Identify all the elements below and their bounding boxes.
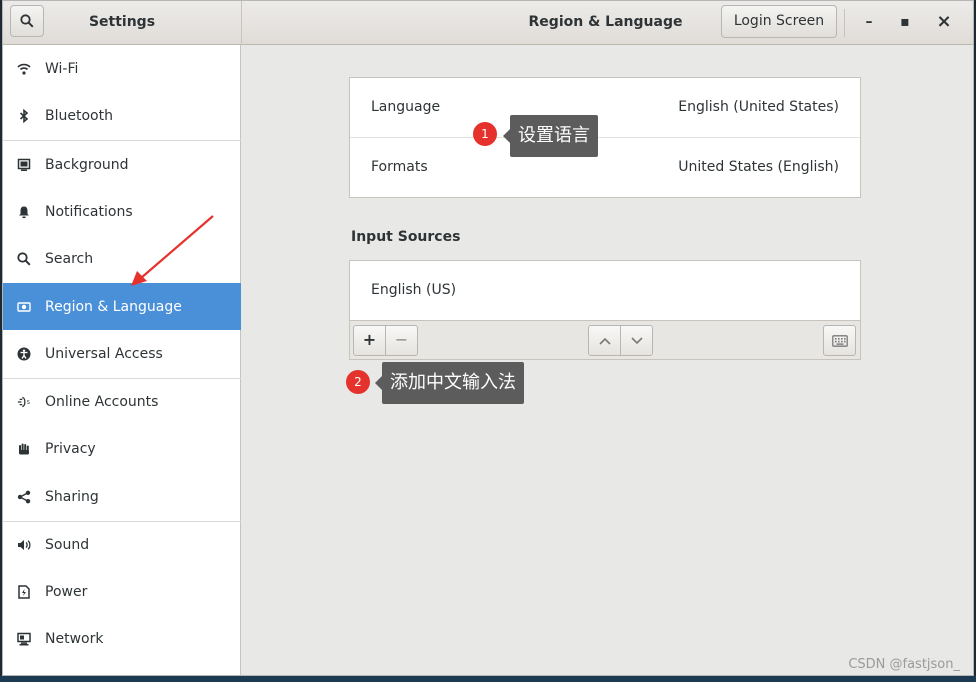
watermark: CSDN @fastjson_: [848, 657, 960, 672]
annotation-arrow: [131, 215, 214, 286]
desktop-strip: [0, 676, 976, 682]
arrow-head: [131, 271, 147, 286]
arrow-line: [140, 215, 214, 279]
